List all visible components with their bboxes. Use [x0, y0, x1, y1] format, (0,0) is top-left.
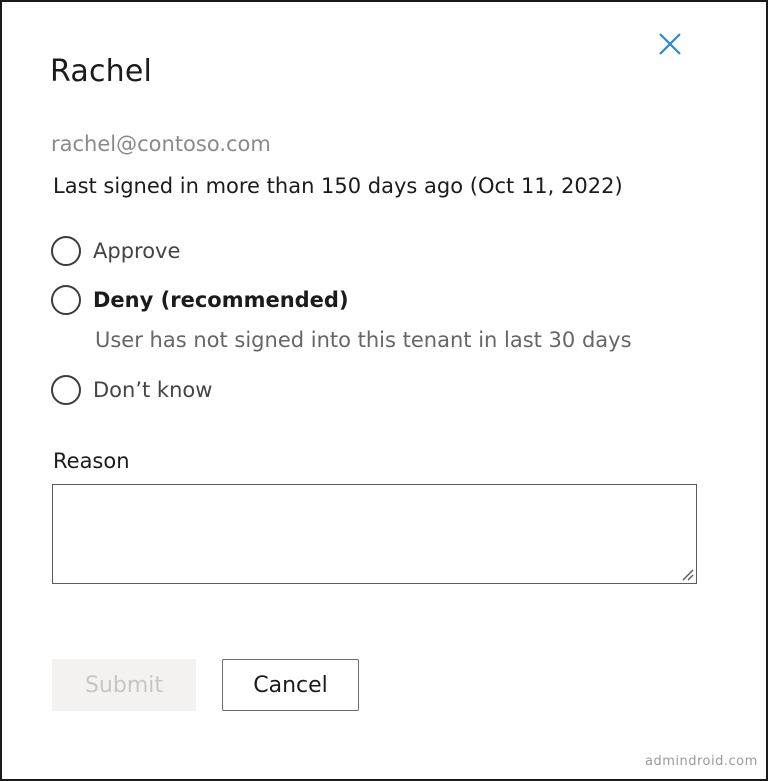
- option-approve[interactable]: Approve: [51, 233, 180, 269]
- deny-radio[interactable]: [51, 285, 81, 315]
- dont-know-label: Don’t know: [93, 378, 213, 402]
- submit-button[interactable]: Submit: [52, 659, 196, 711]
- last-signed-info: Last signed in more than 150 days ago (O…: [53, 174, 623, 198]
- reason-label: Reason: [53, 449, 130, 473]
- deny-hint: User has not signed into this tenant in …: [95, 328, 632, 352]
- reason-textarea[interactable]: [52, 484, 697, 584]
- review-dialog: Rachel rachel@contoso.com Last signed in…: [0, 0, 768, 781]
- deny-label: Deny (recommended): [93, 288, 349, 312]
- approve-label: Approve: [93, 239, 181, 263]
- close-icon[interactable]: [657, 31, 683, 57]
- option-dont-know[interactable]: Don’t know: [51, 372, 212, 408]
- option-deny[interactable]: Deny (recommended): [51, 282, 349, 318]
- dialog-title: Rachel: [50, 54, 153, 89]
- approve-radio[interactable]: [51, 236, 81, 266]
- dont-know-radio[interactable]: [51, 375, 81, 405]
- cancel-button[interactable]: Cancel: [222, 659, 359, 711]
- watermark: admindroid.com: [645, 754, 758, 769]
- resize-grip-icon[interactable]: [680, 567, 694, 581]
- user-email: rachel@contoso.com: [51, 132, 271, 156]
